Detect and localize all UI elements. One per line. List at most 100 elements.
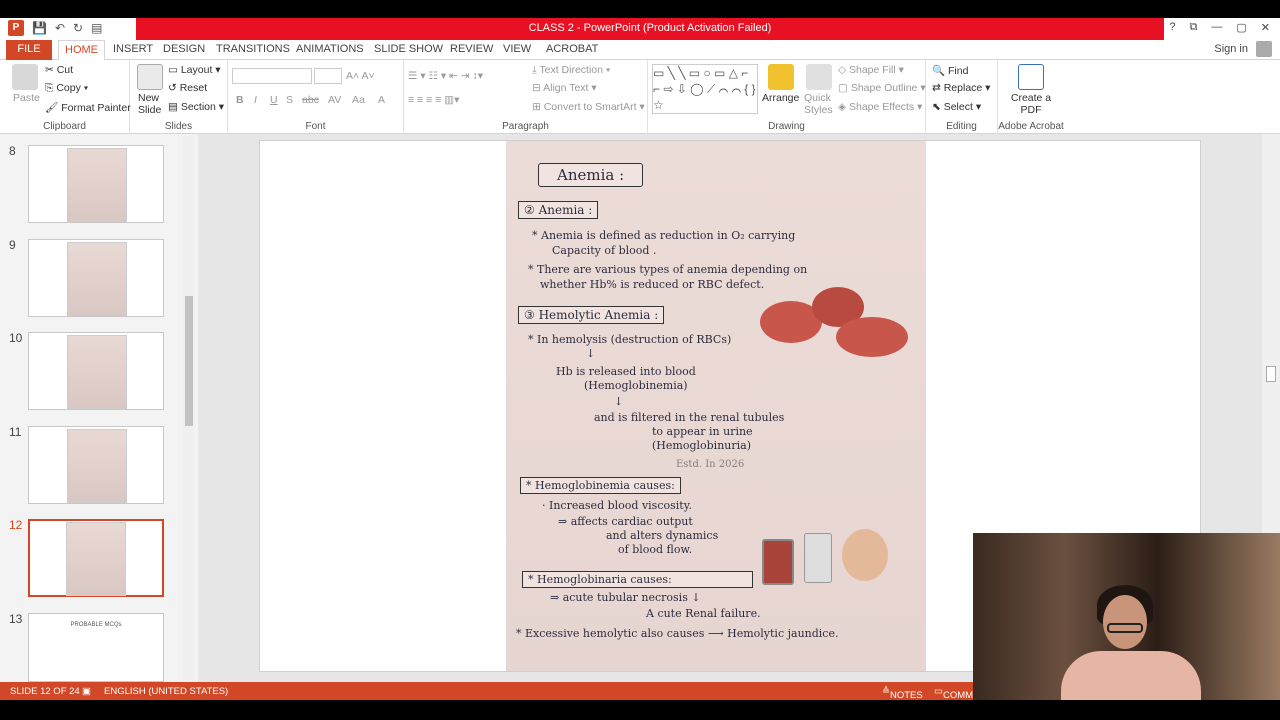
- bold-button[interactable]: B: [236, 94, 244, 106]
- change-case-button[interactable]: Aa: [352, 94, 365, 106]
- quick-styles-icon[interactable]: [806, 64, 832, 90]
- tab-animations[interactable]: ANIMATIONS: [296, 40, 364, 60]
- slide-image-anemia[interactable]: Anemia : ② Anemia : * Anemia is defined …: [506, 141, 926, 671]
- sign-in-link[interactable]: Sign in: [1214, 43, 1248, 55]
- replace-button[interactable]: ⇄ Replace ▾: [932, 82, 990, 94]
- language-indicator[interactable]: ENGLISH (UNITED STATES): [104, 686, 228, 697]
- tab-review[interactable]: REVIEW: [450, 40, 493, 60]
- font-family-select[interactable]: [232, 68, 312, 84]
- thumbnail-image: [67, 335, 127, 409]
- notes-button[interactable]: ≙ NOTES: [882, 686, 923, 701]
- layout-button[interactable]: ▭ Layout ▾: [168, 64, 221, 76]
- tab-file[interactable]: FILE: [6, 40, 52, 60]
- smartart-label: Convert to SmartArt: [543, 101, 637, 113]
- slide-thumbnail-8[interactable]: [28, 145, 164, 223]
- watermark-text: Estd. In 2026: [676, 459, 745, 470]
- slide-counter: SLIDE 12 OF 24: [10, 686, 80, 697]
- slide-thumbnail-11[interactable]: [28, 426, 164, 504]
- scrollbar-thumb[interactable]: [1266, 366, 1276, 382]
- cut-label: Cut: [56, 64, 74, 76]
- flow-text: (Hemoglobinemia): [584, 379, 688, 392]
- italic-button[interactable]: I: [254, 94, 257, 106]
- new-slide-button[interactable]: New Slide: [138, 92, 170, 116]
- section-heading: * Hemoglobinemia causes:: [520, 477, 681, 494]
- copy-button[interactable]: ⎘ Copy ▾: [45, 82, 88, 95]
- arrange-button[interactable]: Arrange: [762, 92, 799, 104]
- quick-access-toolbar: P 💾 ↶ ↻ ▤: [8, 20, 102, 36]
- char-spacing-button[interactable]: AV: [328, 94, 341, 106]
- powerpoint-logo-icon: P: [8, 20, 24, 36]
- slide-thumbnail-12[interactable]: [28, 519, 164, 597]
- shape-outline-label: Shape Outline: [850, 82, 918, 94]
- slide-thumbnail-10[interactable]: [28, 332, 164, 410]
- tab-slide-show[interactable]: SLIDE SHOW: [374, 40, 443, 60]
- tab-view[interactable]: VIEW: [503, 40, 531, 60]
- new-slide-icon[interactable]: [137, 64, 163, 90]
- webcam-overlay: [973, 533, 1280, 705]
- bullet-text: ⇒ affects cardiac output: [558, 515, 693, 528]
- restore-icon[interactable]: ▢: [1236, 21, 1246, 34]
- strikethrough-button[interactable]: abc: [302, 94, 319, 106]
- minimize-icon[interactable]: —: [1211, 21, 1222, 34]
- grow-font-icon[interactable]: A˄ A˅: [346, 70, 375, 82]
- align-icons[interactable]: ≡ ≡ ≡ ≡ ▥▾: [408, 94, 459, 106]
- smartart-button[interactable]: ⊞ Convert to SmartArt ▾: [532, 101, 645, 113]
- thumb-number: 9: [9, 238, 16, 252]
- undo-icon[interactable]: ↶: [55, 21, 65, 35]
- avatar[interactable]: [1256, 41, 1272, 57]
- slide-title: Anemia :: [538, 163, 644, 187]
- cut-button[interactable]: ✂ Cut: [45, 64, 73, 76]
- thumbnail-scrollbar[interactable]: [183, 136, 195, 680]
- shadow-button[interactable]: S: [286, 94, 293, 106]
- tab-design[interactable]: DESIGN: [163, 40, 205, 60]
- tab-home[interactable]: HOME: [58, 40, 105, 60]
- redo-icon[interactable]: ↻: [73, 21, 83, 35]
- paste-icon[interactable]: [12, 64, 38, 90]
- save-icon[interactable]: 💾: [32, 21, 47, 35]
- group-font: A˄ A˅ B I U S abc AV Aa A Font: [228, 60, 404, 134]
- shape-fill-button[interactable]: ◇ Shape Fill ▾: [838, 64, 904, 76]
- bullet-text: of blood flow.: [618, 543, 693, 556]
- comments-button[interactable]: ▭ COMM: [934, 686, 973, 701]
- help-icon[interactable]: ?: [1169, 21, 1175, 34]
- thumb-number: 8: [9, 144, 16, 158]
- reset-button[interactable]: ↺ Reset: [168, 82, 207, 94]
- ribbon-display-icon[interactable]: ⧉: [1190, 21, 1198, 34]
- create-pdf-icon[interactable]: [1018, 64, 1044, 90]
- close-icon[interactable]: ✕: [1261, 21, 1270, 34]
- spell-check-icon[interactable]: ▣: [82, 686, 91, 697]
- tab-insert[interactable]: INSERT: [113, 40, 153, 60]
- create-pdf-button[interactable]: Create a PDF: [1008, 92, 1054, 116]
- arrange-icon[interactable]: [768, 64, 794, 90]
- bullets-icon[interactable]: ☰ ▾ ☷ ▾ ⇤ ⇥ ↕▾: [408, 70, 483, 82]
- find-button[interactable]: 🔍 Find: [932, 64, 968, 77]
- screen-bottom-bar: [0, 700, 1280, 720]
- shape-fill-label: Shape Fill: [849, 64, 896, 76]
- start-slideshow-icon[interactable]: ▤: [91, 21, 102, 35]
- select-button[interactable]: ⬉ Select ▾: [932, 101, 981, 113]
- font-color-button[interactable]: A: [378, 94, 385, 106]
- section-button[interactable]: ▤ Section ▾: [168, 101, 224, 113]
- format-painter-button[interactable]: 🖌 Format Painter: [45, 101, 131, 114]
- shapes-gallery[interactable]: ▭ ╲ ╲ ▭ ○ ▭ △ ⌐ ⌐ ⇨ ⇩ ◯ ⟋ ⌒ ⌒ { } ☆: [652, 64, 758, 114]
- underline-button[interactable]: U: [270, 94, 278, 106]
- tab-acrobat[interactable]: ACROBAT: [546, 40, 598, 60]
- text-direction-label: Text Direction: [539, 64, 603, 76]
- group-editing: 🔍 Find ⇄ Replace ▾ ⬉ Select ▾ Editing: [926, 60, 998, 134]
- font-group-label: Font: [305, 121, 326, 132]
- text-direction-button[interactable]: ⤓ Text Direction ▾: [532, 64, 610, 77]
- blood-beaker-illustration: [762, 539, 794, 585]
- quick-styles-button[interactable]: Quick Styles: [804, 92, 834, 116]
- font-size-select[interactable]: [314, 68, 342, 84]
- arrow-icon: ↓: [614, 395, 624, 408]
- thumbnail-image: [67, 242, 127, 316]
- scrollbar-thumb[interactable]: [185, 296, 193, 426]
- slide-thumbnail-9[interactable]: [28, 239, 164, 317]
- shape-outline-button[interactable]: ▢ Shape Outline ▾: [838, 82, 926, 94]
- tab-transitions[interactable]: TRANSITIONS: [216, 40, 290, 60]
- window-title: CLASS 2 - PowerPoint (Product Activation…: [528, 22, 772, 34]
- paste-button[interactable]: Paste: [13, 92, 40, 104]
- align-text-button[interactable]: ⊟ Align Text ▾: [532, 82, 597, 94]
- shape-effects-button[interactable]: ◈ Shape Effects ▾: [838, 101, 922, 113]
- slide-thumbnail-13[interactable]: PROBABLE MCQs: [28, 613, 164, 682]
